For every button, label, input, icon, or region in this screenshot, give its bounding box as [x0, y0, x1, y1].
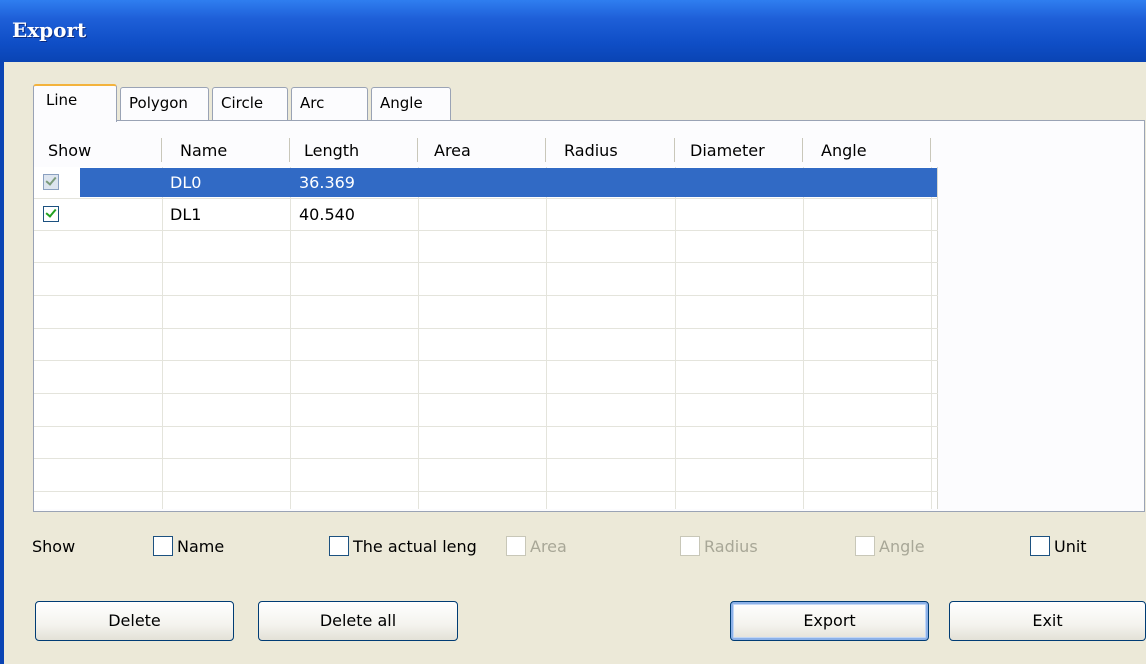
option-unit-checkbox[interactable]: Unit: [1030, 533, 1087, 559]
option-label: Name: [177, 536, 225, 556]
option-area-checkbox: Area: [506, 533, 567, 559]
column-header-diameter[interactable]: Diameter: [690, 134, 765, 167]
row-name: DL0: [170, 173, 202, 192]
empty-row: [34, 297, 938, 329]
checkbox-box[interactable]: [153, 536, 173, 556]
column-header-show[interactable]: Show: [48, 134, 91, 167]
checkbox-box[interactable]: [329, 536, 349, 556]
column-divider[interactable]: [545, 138, 546, 162]
empty-row: [34, 264, 938, 296]
table-header: Show Name Length Area Radius Diameter An…: [34, 134, 938, 167]
row-length: 36.369: [299, 173, 355, 192]
export-button[interactable]: Export: [730, 601, 929, 641]
delete-all-button[interactable]: Delete all: [258, 601, 458, 641]
option-label: Area: [530, 536, 567, 556]
checkmark-icon: [45, 206, 57, 218]
column-divider[interactable]: [930, 138, 931, 162]
column-divider[interactable]: [674, 138, 675, 162]
option-label: Radius: [704, 536, 758, 556]
table-row[interactable]: DL0 36.369: [34, 167, 938, 199]
column-header-angle[interactable]: Angle: [821, 134, 867, 167]
checkmark-icon: [45, 174, 57, 186]
checkbox-box[interactable]: [1030, 536, 1050, 556]
table-row[interactable]: DL1 40.540: [34, 199, 938, 231]
column-divider[interactable]: [289, 138, 290, 162]
empty-row: [34, 395, 938, 427]
option-actual-length-checkbox[interactable]: The actual leng: [329, 533, 505, 559]
row-show-checkbox[interactable]: [43, 206, 59, 222]
window-title: Export: [12, 18, 87, 42]
exit-button[interactable]: Exit: [949, 601, 1146, 641]
empty-row: [34, 460, 938, 492]
option-label: Angle: [879, 536, 925, 556]
row-show-checkbox[interactable]: [43, 174, 59, 190]
option-label: Unit: [1054, 536, 1087, 556]
title-bar[interactable]: Export: [0, 0, 1146, 62]
window-border: [0, 62, 4, 664]
row-selection-highlight: [80, 168, 937, 197]
row-name: DL1: [170, 205, 202, 224]
option-radius-checkbox: Radius: [680, 533, 758, 559]
measurements-table[interactable]: Show Name Length Area Radius Diameter An…: [34, 134, 938, 509]
column-divider[interactable]: [161, 138, 162, 162]
tab-arc[interactable]: Arc: [291, 87, 368, 121]
column-header-length[interactable]: Length: [304, 134, 359, 167]
option-name-checkbox[interactable]: Name: [153, 533, 224, 559]
empty-row: [34, 427, 938, 459]
empty-row: [34, 329, 938, 361]
empty-row: [34, 231, 938, 263]
column-header-area[interactable]: Area: [434, 134, 471, 167]
column-divider[interactable]: [417, 138, 418, 162]
checkbox-box: [855, 536, 875, 556]
empty-row: [34, 362, 938, 394]
option-label: The actual leng: [353, 536, 477, 556]
show-options-label: Show: [32, 537, 76, 556]
delete-button[interactable]: Delete: [35, 601, 234, 641]
option-angle-checkbox: Angle: [855, 533, 925, 559]
tab-line[interactable]: Line: [33, 84, 117, 122]
column-header-name[interactable]: Name: [180, 134, 227, 167]
checkbox-box: [680, 536, 700, 556]
tab-polygon[interactable]: Polygon: [120, 87, 209, 121]
row-length: 40.540: [299, 205, 355, 224]
checkbox-box: [506, 536, 526, 556]
tab-circle[interactable]: Circle: [212, 87, 288, 121]
column-divider[interactable]: [802, 138, 803, 162]
column-header-radius[interactable]: Radius: [564, 134, 618, 167]
tab-angle[interactable]: Angle: [371, 87, 451, 121]
